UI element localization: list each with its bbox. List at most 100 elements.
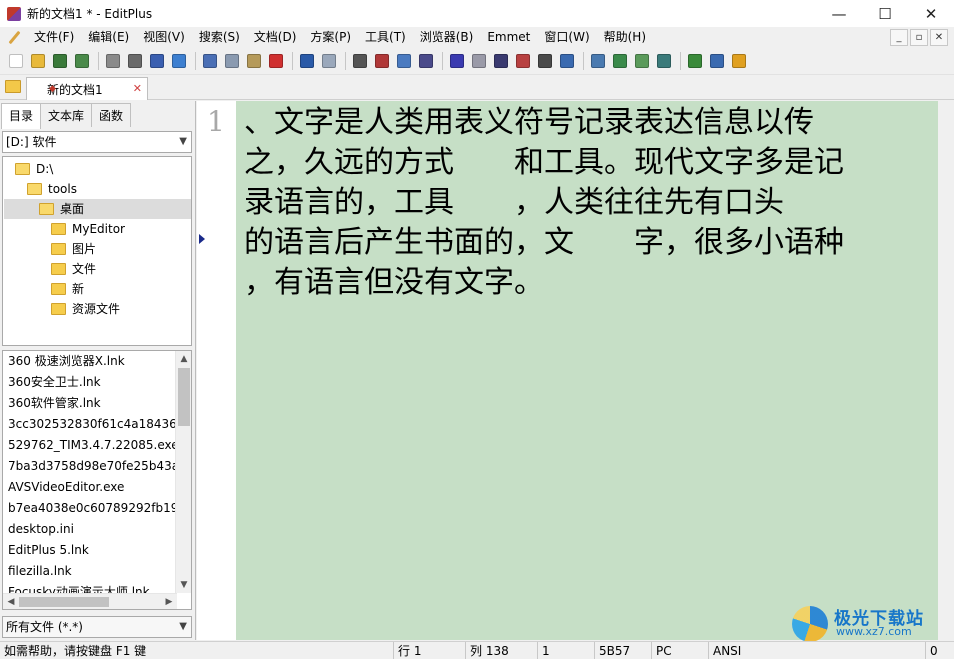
save-button[interactable] (50, 51, 70, 71)
menu-file[interactable]: 文件(F) (27, 27, 81, 48)
tree-item[interactable]: 桌面 (4, 199, 191, 219)
spellcheck-icon (150, 54, 164, 68)
cliptext-window-button[interactable] (632, 51, 652, 71)
file-list-item[interactable]: 529762_TIM3.4.7.22085.exe (8, 435, 176, 456)
menu-view[interactable]: 视图(V) (136, 27, 192, 48)
doc-restore-button[interactable]: ▫ (910, 29, 928, 46)
doc-close-button[interactable]: ✕ (930, 29, 948, 46)
fullscreen-button[interactable] (654, 51, 674, 71)
cut-button[interactable] (200, 51, 220, 71)
browser-preview-button[interactable] (169, 51, 189, 71)
menu-browser[interactable]: 浏览器(B) (413, 27, 481, 48)
output-window-button[interactable] (610, 51, 630, 71)
print-button[interactable] (125, 51, 145, 71)
paste-button[interactable] (244, 51, 264, 71)
file-list-item[interactable]: EditPlus 5.lnk (8, 540, 176, 561)
text-editor[interactable]: 、文字是人类用表义符号记录表达信息以传 之，久远的方式 和工具。现代文字多是记 录语… (236, 101, 938, 640)
tab-functions[interactable]: 函数 (91, 103, 132, 127)
menu-search[interactable]: 搜索(S) (192, 27, 247, 48)
tab-directory[interactable]: 目录 (1, 103, 42, 129)
spellcheck-button[interactable] (147, 51, 167, 71)
close-button[interactable]: ✕ (908, 0, 954, 27)
directory-window-button[interactable] (588, 51, 608, 71)
tree-item[interactable]: 图片 (51, 239, 96, 259)
file-list-item[interactable]: 360软件管家.lnk (8, 393, 176, 414)
file-list-item[interactable]: 360安全卫士.lnk (8, 372, 176, 393)
heading-button[interactable] (469, 51, 489, 71)
column-ruler-button[interactable] (535, 51, 555, 71)
tree-item[interactable]: MyEditor (51, 219, 125, 239)
tab-document-1[interactable]: ◆ 新的文档1 ✕ (26, 77, 148, 100)
open-folder-button[interactable] (28, 51, 48, 71)
new-file-button[interactable] (6, 51, 26, 71)
find-in-files-icon (397, 54, 411, 68)
tree-item[interactable]: 新 (51, 279, 84, 299)
scroll-right-icon[interactable]: ▶ (161, 594, 177, 609)
find-button[interactable] (350, 51, 370, 71)
folder-icon[interactable] (5, 80, 21, 93)
file-list-item[interactable]: b7ea4038e0c60789292fb194 (8, 498, 176, 519)
save-icon (53, 54, 67, 68)
tree-item[interactable]: tools (27, 179, 77, 199)
tree-item[interactable]: D:\ (15, 159, 53, 179)
tools-button[interactable] (729, 51, 749, 71)
menu-document[interactable]: 文档(D) (247, 27, 304, 48)
ftp-upload-button[interactable] (685, 51, 705, 71)
menu-project[interactable]: 方案(P) (303, 27, 358, 48)
find-in-files-button[interactable] (394, 51, 414, 71)
menu-edit[interactable]: 编辑(E) (81, 27, 136, 48)
settings-button[interactable] (557, 51, 577, 71)
file-list-item[interactable]: 7ba3d3758d98e70fe25b43a0 (8, 456, 176, 477)
file-filter-value: 所有文件 (*.*) (6, 620, 83, 634)
editor-line: 、文字是人类用表义符号记录表达信息以传 (244, 105, 814, 140)
menu-tools[interactable]: 工具(T) (358, 27, 413, 48)
tree-item[interactable]: 资源文件 (51, 299, 120, 319)
replace-button[interactable] (372, 51, 392, 71)
status-help-text: 如需帮助，请按键盘 F1 键 (4, 644, 147, 658)
toolbar-separator (583, 52, 584, 70)
close-tab-icon[interactable]: ✕ (133, 82, 142, 95)
scroll-left-icon[interactable]: ◀ (3, 594, 19, 609)
delete-button[interactable] (266, 51, 286, 71)
toolbar-separator (98, 52, 99, 70)
file-list-item[interactable]: AVSVideoEditor.exe (8, 477, 176, 498)
file-list-item[interactable]: 3cc302532830f61c4a1843616 (8, 414, 176, 435)
folder-icon (51, 303, 66, 315)
help-button[interactable] (707, 51, 727, 71)
status-char-code: 5B57 (594, 642, 630, 659)
directory-window-icon (591, 54, 605, 68)
scroll-down-icon[interactable]: ▼ (176, 577, 191, 593)
print-preview-button[interactable] (103, 51, 123, 71)
save-all-button[interactable] (72, 51, 92, 71)
doc-minimize-button[interactable]: _ (890, 29, 908, 46)
scroll-up-icon[interactable]: ▲ (176, 351, 191, 367)
file-list-vertical-scrollbar[interactable]: ▲ ▼ (175, 351, 191, 593)
tree-item[interactable]: 文件 (51, 259, 96, 279)
tab-cliptext[interactable]: 文本库 (40, 103, 93, 127)
settings-icon (560, 54, 574, 68)
minimize-button[interactable]: — (816, 0, 862, 27)
font-button[interactable] (447, 51, 467, 71)
menu-emmet[interactable]: Emmet (480, 27, 537, 48)
file-list-item[interactable]: 360 极速浏览器X.lnk (8, 351, 176, 372)
word-wrap-button[interactable] (491, 51, 511, 71)
line-number-button[interactable] (513, 51, 533, 71)
editor-right-edge (938, 101, 954, 640)
drive-select[interactable]: [D:] 软件 ▼ (2, 131, 192, 153)
menu-window[interactable]: 窗口(W) (537, 27, 596, 48)
menu-help[interactable]: 帮助(H) (597, 27, 653, 48)
file-filter-select[interactable]: 所有文件 (*.*) ▼ (2, 616, 192, 638)
goto-line-button[interactable] (416, 51, 436, 71)
font-icon (450, 54, 464, 68)
undo-button[interactable] (297, 51, 317, 71)
output-window-icon (613, 54, 627, 68)
redo-button[interactable] (319, 51, 339, 71)
horizontal-scrollbar-thumb[interactable] (19, 597, 109, 607)
drive-select-value: [D:] 软件 (6, 135, 57, 149)
file-list-item[interactable]: filezilla.lnk (8, 561, 176, 582)
file-list-item[interactable]: desktop.ini (8, 519, 176, 540)
maximize-button[interactable]: ☐ (862, 0, 908, 27)
file-list-horizontal-scrollbar[interactable]: ◀ ▶ (3, 593, 177, 609)
scrollbar-thumb[interactable] (178, 368, 190, 426)
copy-button[interactable] (222, 51, 242, 71)
